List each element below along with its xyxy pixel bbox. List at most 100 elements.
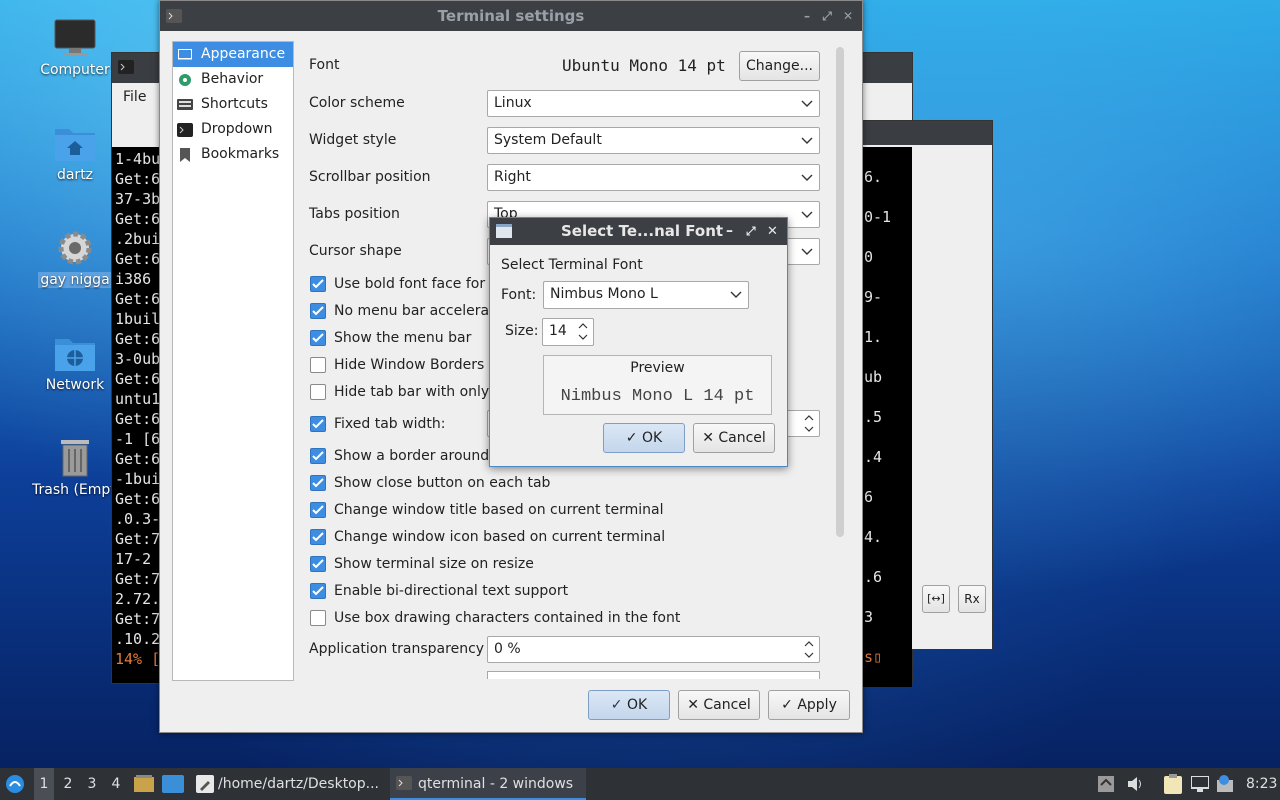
- checkbox[interactable]: [310, 610, 326, 626]
- checkbox-show-menu-bar[interactable]: Show the menu bar: [310, 328, 471, 348]
- partial-field[interactable]: [487, 671, 820, 679]
- tray-notifications[interactable]: [1217, 768, 1237, 800]
- checkbox[interactable]: [310, 583, 326, 599]
- checkbox-label: Show the menu bar: [334, 330, 472, 346]
- font-preview-box: Preview Nimbus Mono L 14 pt: [543, 355, 772, 415]
- checkbox-border-around-tab[interactable]: Show a border around t: [310, 446, 499, 466]
- terminal-line: Get:6: [115, 370, 161, 388]
- behavior-icon: [177, 73, 193, 87]
- desktop-icon-settings[interactable]: gay nigga: [30, 228, 120, 288]
- desktop-icon-network[interactable]: Network: [30, 333, 120, 393]
- background-terminal-window-2[interactable]: 6. 0-1 0 9- 1. ub .5 .4 6 4. .6 3 s▯ [↔] Rx: [861, 120, 993, 687]
- checkbox-bold-font[interactable]: Use bold font face for i: [310, 274, 493, 294]
- checkbox-change-window-icon[interactable]: Change window icon based on current term…: [310, 527, 665, 547]
- settings-scrollbar[interactable]: [836, 47, 844, 537]
- checkbox-fixed-tab-width[interactable]: Fixed tab width:: [310, 414, 445, 434]
- checkbox-hide-tab-bar[interactable]: Hide tab bar with only o: [310, 382, 502, 402]
- checkbox[interactable]: [310, 303, 326, 319]
- task-text-editor[interactable]: /home/dartz/Desktop...: [192, 768, 384, 800]
- checkbox[interactable]: [310, 357, 326, 373]
- maximize-icon[interactable]: ⤢: [820, 9, 834, 23]
- desktop-icon-trash[interactable]: Trash (Empty): [30, 438, 130, 498]
- checkbox[interactable]: [310, 475, 326, 491]
- checkbox-bidi-text[interactable]: Enable bi-directional text support: [310, 581, 568, 601]
- clock[interactable]: 8:23: [1246, 768, 1278, 800]
- terminal-progress: 14% [: [115, 650, 161, 668]
- quicklaunch-files[interactable]: [134, 768, 154, 800]
- scrollbar-position-select[interactable]: Right: [487, 164, 820, 191]
- start-menu-button[interactable]: [4, 768, 30, 800]
- sidebar-item-shortcuts[interactable]: Shortcuts: [173, 92, 293, 117]
- checkbox[interactable]: [310, 384, 326, 400]
- workspace-2[interactable]: 2: [58, 768, 78, 800]
- bookmark-icon: [177, 147, 193, 162]
- tray-network[interactable]: [1191, 768, 1211, 800]
- minimize-icon[interactable]: –: [726, 218, 733, 245]
- font-family-select[interactable]: Nimbus Mono L: [543, 281, 749, 309]
- checkbox[interactable]: [310, 502, 326, 518]
- apply-button[interactable]: ✓ Apply: [768, 690, 850, 720]
- checkbox[interactable]: [310, 276, 326, 292]
- workspace-3[interactable]: 3: [82, 768, 102, 800]
- quicklaunch-desktop[interactable]: [162, 768, 184, 800]
- checkbox-terminal-size-on-resize[interactable]: Show terminal size on resize: [310, 554, 534, 574]
- minimize-icon[interactable]: –: [800, 9, 814, 23]
- font-size-spinbox[interactable]: 14: [542, 318, 594, 346]
- checkbox-label: No menu bar accelerato: [334, 303, 504, 319]
- terminal-line: .2bui: [115, 230, 161, 248]
- close-icon[interactable]: ✕: [767, 218, 778, 245]
- window-titlebar[interactable]: [862, 121, 992, 145]
- terminal-line: Get:6: [115, 250, 161, 268]
- terminal-output: 6. 0-1 0 9- 1. ub .5 .4 6 4. .6 3 s▯: [862, 147, 912, 687]
- checkbox[interactable]: [310, 529, 326, 545]
- ok-button[interactable]: ✓ OK: [588, 690, 670, 720]
- widget-style-select[interactable]: System Default: [487, 127, 820, 154]
- workspace-1[interactable]: 1: [34, 768, 54, 800]
- desktop-icon-computer[interactable]: Computer: [30, 18, 120, 78]
- checkbox-no-menu-accelerators[interactable]: No menu bar accelerato: [310, 301, 503, 321]
- dialog-ok-button[interactable]: ✓ OK: [603, 423, 685, 453]
- checkbox[interactable]: [310, 448, 326, 464]
- toolbar-button[interactable]: [↔]: [922, 585, 950, 613]
- workspace-4[interactable]: 4: [106, 768, 126, 800]
- chevron-down-icon: [801, 248, 813, 255]
- transparency-spinbox[interactable]: 0 %: [487, 636, 820, 663]
- keyboard-icon: [177, 98, 193, 112]
- terminal-line: Get:6: [115, 490, 161, 508]
- terminal-line: -1 [6: [115, 430, 161, 448]
- checkbox[interactable]: [310, 556, 326, 572]
- sidebar-item-bookmarks[interactable]: Bookmarks: [173, 142, 293, 167]
- sidebar-item-dropdown[interactable]: Dropdown: [173, 117, 293, 142]
- sidebar-item-appearance[interactable]: Appearance: [173, 42, 293, 67]
- checkbox-label: Hide Window Borders: [334, 357, 485, 373]
- spin-arrows-icon: [804, 641, 814, 658]
- tray-clipboard[interactable]: [1164, 768, 1184, 800]
- dialog-cancel-button[interactable]: ✕ Cancel: [693, 423, 775, 453]
- tray-updates[interactable]: [1098, 768, 1116, 800]
- taskbar: 1 2 3 4 /home/dartz/Desktop... qterminal…: [0, 768, 1280, 800]
- checkbox-change-window-title[interactable]: Change window title based on current ter…: [310, 500, 663, 520]
- sidebar-item-label: Shortcuts: [201, 96, 268, 112]
- checkbox-label: Use bold font face for i: [334, 276, 494, 292]
- checkbox-box-drawing-chars[interactable]: Use box drawing characters contained in …: [310, 608, 680, 628]
- close-icon[interactable]: ✕: [841, 9, 855, 23]
- checkbox[interactable]: [310, 416, 326, 432]
- dialog-titlebar[interactable]: Select Te...nal Font – ⤢ ✕: [490, 218, 787, 245]
- tray-volume[interactable]: [1126, 768, 1146, 800]
- window-icon: [496, 224, 512, 238]
- sidebar-item-behavior[interactable]: Behavior: [173, 67, 293, 92]
- cancel-button[interactable]: ✕ Cancel: [678, 690, 760, 720]
- menu-file[interactable]: File: [123, 89, 146, 105]
- terminal-line: .10.2: [115, 630, 161, 648]
- change-font-button[interactable]: Change...: [739, 51, 820, 81]
- scrollbar-position-value: Right: [494, 169, 531, 185]
- task-qterminal[interactable]: qterminal - 2 windows: [390, 768, 586, 800]
- settings-titlebar[interactable]: Terminal settings – ⤢ ✕: [160, 1, 862, 31]
- clear-format-button[interactable]: Rx: [958, 585, 986, 613]
- maximize-icon[interactable]: ⤢: [746, 218, 756, 245]
- checkbox-hide-window-borders[interactable]: Hide Window Borders: [310, 355, 484, 375]
- desktop-icon-home[interactable]: dartz: [30, 123, 120, 183]
- color-scheme-select[interactable]: Linux: [487, 90, 820, 117]
- checkbox-close-button-on-tab[interactable]: Show close button on each tab: [310, 473, 550, 493]
- checkbox[interactable]: [310, 330, 326, 346]
